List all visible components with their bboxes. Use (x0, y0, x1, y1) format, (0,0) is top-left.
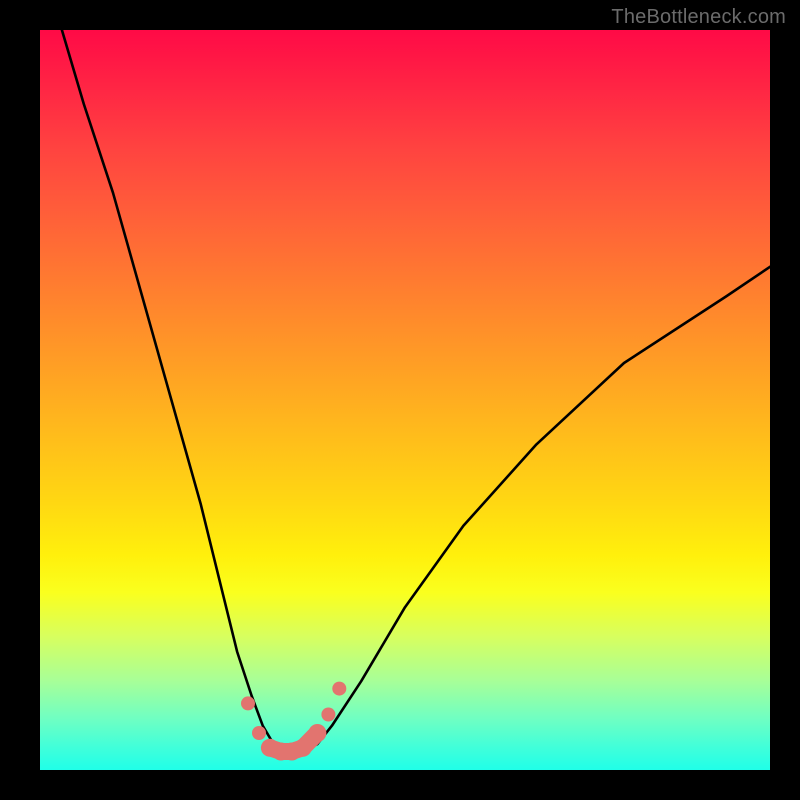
sample-markers (241, 682, 346, 761)
bottleneck-curve (62, 30, 770, 752)
attribution-text: TheBottleneck.com (611, 6, 786, 29)
chart-frame: TheBottleneck.com (0, 0, 800, 800)
curve-layer (40, 30, 770, 770)
